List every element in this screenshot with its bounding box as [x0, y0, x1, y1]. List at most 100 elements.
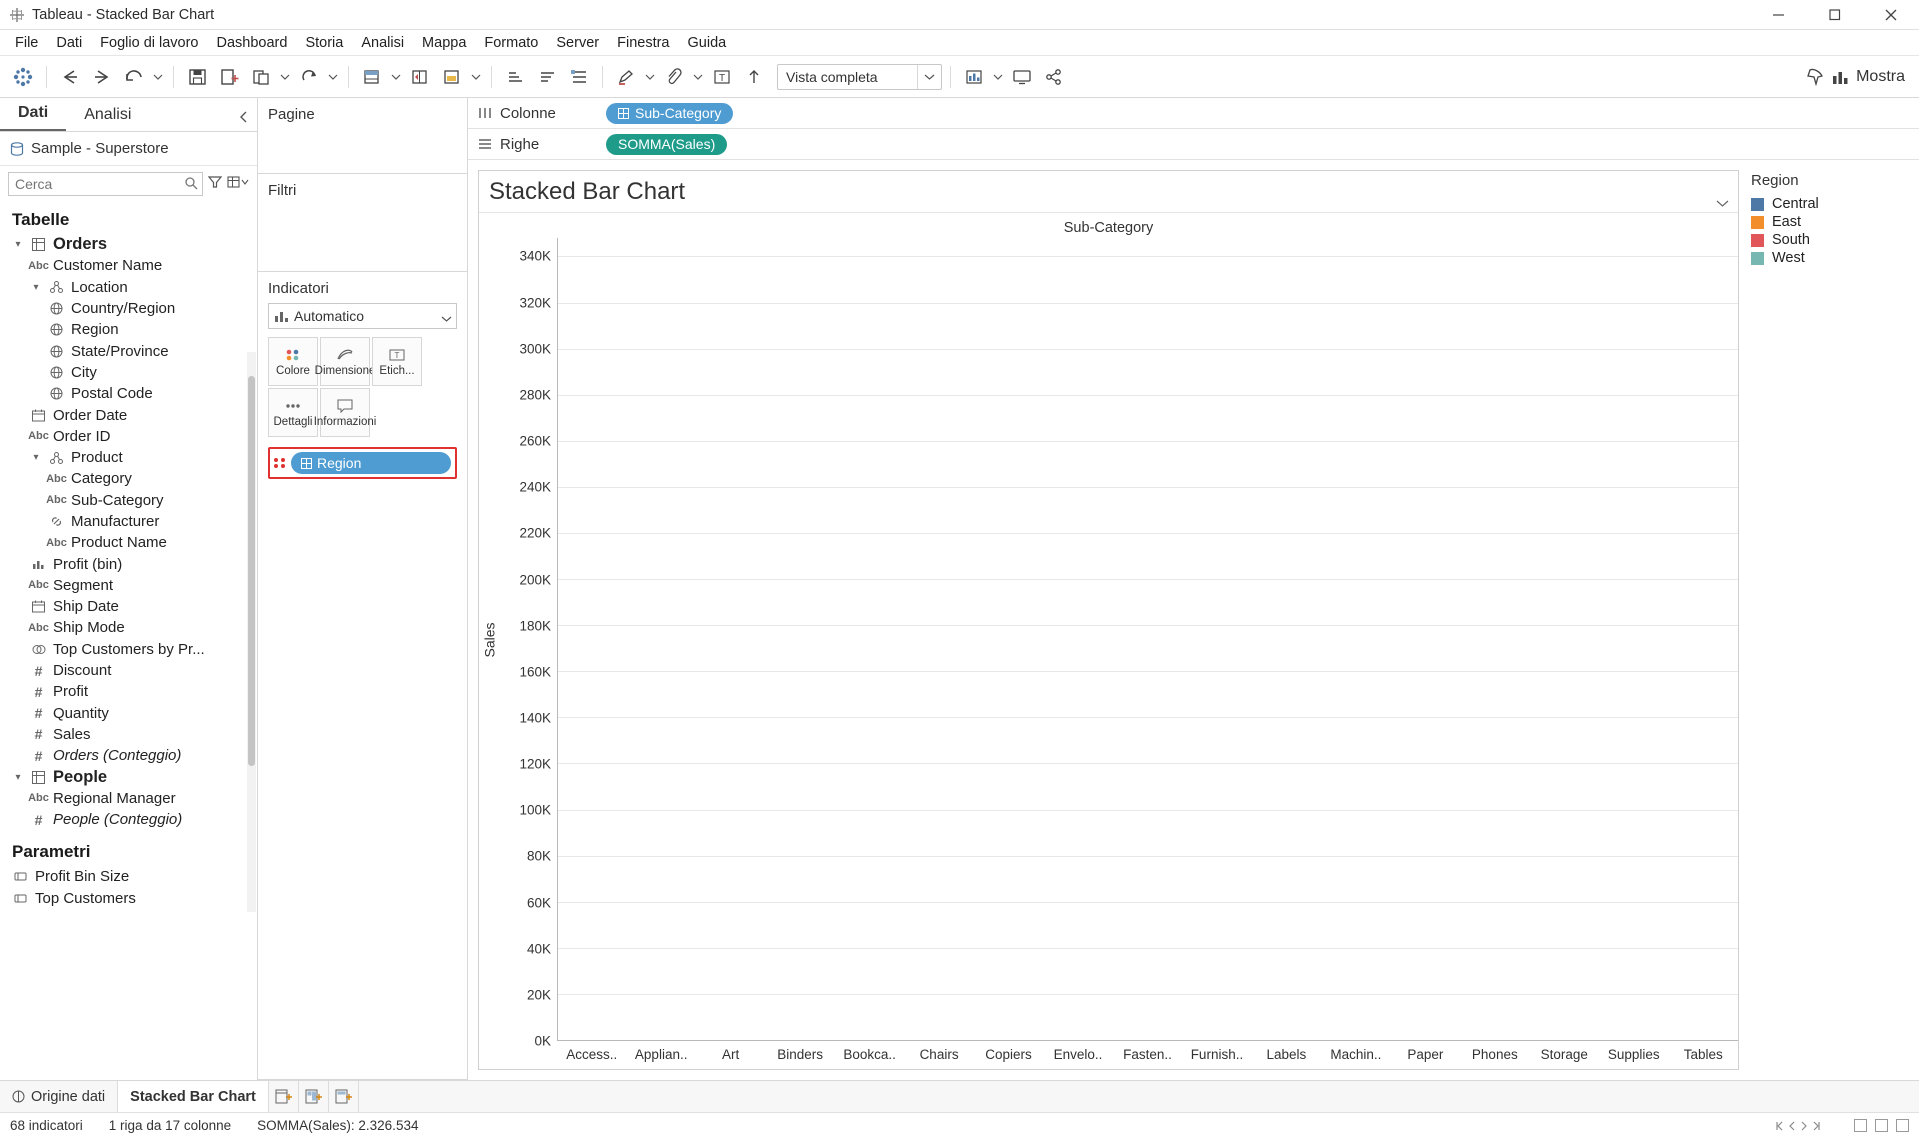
- marks-detail-button[interactable]: Dettagli: [268, 388, 318, 437]
- view-mode-tabs-icon[interactable]: [1896, 1119, 1909, 1132]
- x-tick-label[interactable]: Storage: [1530, 1041, 1599, 1069]
- chevron-down-icon[interactable]: [917, 65, 941, 89]
- presentation-mode-button[interactable]: [1007, 62, 1037, 92]
- x-tick-label[interactable]: Labels: [1252, 1041, 1321, 1069]
- rows-pill-sum-sales[interactable]: SOMMA(Sales): [606, 134, 727, 155]
- view-mode-list-icon[interactable]: [1875, 1119, 1888, 1132]
- tree-item-ship-mode[interactable]: Abc Ship Mode: [0, 617, 257, 638]
- twisty-down-icon[interactable]: ▾: [30, 282, 42, 293]
- new-story-tab-button[interactable]: [329, 1081, 359, 1112]
- menu-item-dashboard[interactable]: Dashboard: [208, 32, 297, 54]
- x-tick-label[interactable]: Bookca..: [835, 1041, 904, 1069]
- x-tick-label[interactable]: Phones: [1460, 1041, 1529, 1069]
- menu-item-dati[interactable]: Dati: [47, 32, 91, 54]
- twisty-down-icon[interactable]: ▾: [30, 452, 42, 463]
- scrollbar-thumb[interactable]: [248, 376, 255, 766]
- x-tick-label[interactable]: Supplies: [1599, 1041, 1668, 1069]
- sort-ascending-button[interactable]: [500, 62, 530, 92]
- view-size-select[interactable]: Vista completa: [777, 64, 942, 90]
- pen-caret-icon[interactable]: [643, 62, 657, 92]
- menu-item-finestra[interactable]: Finestra: [608, 32, 678, 54]
- twisty-down-icon[interactable]: ▾: [12, 239, 24, 250]
- mark-type-select[interactable]: Automatico: [268, 303, 457, 329]
- tree-item-quantity[interactable]: # Quantity: [0, 703, 257, 724]
- menu-item-storia[interactable]: Storia: [296, 32, 352, 54]
- tree-item-profit-bin[interactable]: Profit (bin): [0, 553, 257, 574]
- show-me-panel-toggle[interactable]: Mostra: [1832, 68, 1911, 86]
- highlight-caret-icon[interactable]: [469, 62, 483, 92]
- collapse-pane-icon[interactable]: [239, 111, 257, 131]
- x-tick-label[interactable]: Furnish..: [1182, 1041, 1251, 1069]
- refresh-data-source-button[interactable]: [294, 62, 324, 92]
- tree-item-orders-count[interactable]: # Orders (Conteggio): [0, 745, 257, 766]
- data-source-item[interactable]: Sample - Superstore: [0, 132, 257, 166]
- save-button[interactable]: [182, 62, 212, 92]
- refresh-caret-icon[interactable]: [326, 62, 340, 92]
- columns-pill-sub-category[interactable]: Sub-Category: [606, 103, 733, 124]
- filters-card[interactable]: Filtri: [258, 174, 467, 272]
- parameter-item-top-customers[interactable]: Top Customers: [0, 888, 257, 909]
- columns-drop-zone[interactable]: Sub-Category: [600, 98, 1919, 129]
- tree-item-customer-name[interactable]: Abc Customer Name: [0, 255, 257, 276]
- tree-item-manufacturer[interactable]: Manufacturer: [0, 511, 257, 532]
- x-tick-label[interactable]: Machin..: [1321, 1041, 1390, 1069]
- menu-item-foglio-di-lavoro[interactable]: Foglio di lavoro: [91, 32, 207, 54]
- duplicate-button[interactable]: [246, 62, 276, 92]
- view-options-icon[interactable]: [227, 174, 249, 194]
- rows-drop-zone[interactable]: SOMMA(Sales): [600, 129, 1919, 160]
- marks-color-button[interactable]: Colore: [268, 337, 318, 386]
- x-tick-label[interactable]: Art: [696, 1041, 765, 1069]
- x-tick-label[interactable]: Applian..: [626, 1041, 695, 1069]
- tab-analisi[interactable]: Analisi: [66, 100, 149, 131]
- marks-size-button[interactable]: Dimensione: [320, 337, 370, 386]
- marks-label-button[interactable]: T Etich...: [372, 337, 422, 386]
- maximize-icon[interactable]: [1807, 0, 1863, 30]
- clear-caret-icon[interactable]: [389, 62, 403, 92]
- tree-item-location[interactable]: ▾ Location: [0, 277, 257, 298]
- menu-item-file[interactable]: File: [6, 32, 47, 54]
- x-tick-label[interactable]: Binders: [765, 1041, 834, 1069]
- marks-tooltip-button[interactable]: Informazioni: [320, 388, 370, 437]
- forward-button[interactable]: [87, 62, 117, 92]
- back-button[interactable]: [55, 62, 85, 92]
- search-field[interactable]: [9, 173, 202, 195]
- search-icon[interactable]: [184, 176, 198, 194]
- tab-origine-dati[interactable]: Origine dati: [0, 1081, 118, 1112]
- pin-button[interactable]: [1800, 62, 1830, 92]
- tree-item-segment[interactable]: Abc Segment: [0, 575, 257, 596]
- data-pane-scrollbar[interactable]: [247, 352, 256, 912]
- undo-redo-button[interactable]: [119, 62, 149, 92]
- duplicate-caret-icon[interactable]: [278, 62, 292, 92]
- menu-item-guida[interactable]: Guida: [679, 32, 736, 54]
- tree-item-people-count[interactable]: # People (Conteggio): [0, 809, 257, 830]
- tree-item-category[interactable]: Abc Category: [0, 468, 257, 489]
- x-tick-label[interactable]: Tables: [1669, 1041, 1738, 1069]
- tab-stacked-bar-chart[interactable]: Stacked Bar Chart: [118, 1081, 269, 1112]
- new-dashboard-tab-button[interactable]: [299, 1081, 329, 1112]
- legend-item-central[interactable]: Central: [1751, 195, 1909, 213]
- color-shelf-pill-region[interactable]: Region: [291, 452, 451, 474]
- x-tick-label[interactable]: Paper: [1391, 1041, 1460, 1069]
- menu-item-mappa[interactable]: Mappa: [413, 32, 475, 54]
- tree-item-profit[interactable]: # Profit: [0, 681, 257, 702]
- plot-area[interactable]: [557, 238, 1738, 1041]
- group-members-button[interactable]: [564, 62, 594, 92]
- chevron-down-icon[interactable]: [442, 310, 451, 326]
- highlighter-pen-button[interactable]: [611, 62, 641, 92]
- tree-item-order-date[interactable]: Order Date: [0, 404, 257, 425]
- x-tick-label[interactable]: Chairs: [904, 1041, 973, 1069]
- filter-icon[interactable]: [207, 174, 223, 194]
- tree-item-people[interactable]: ▾ People: [0, 766, 257, 787]
- legend-item-west[interactable]: West: [1751, 249, 1909, 267]
- legend-item-east[interactable]: East: [1751, 213, 1909, 231]
- tree-item-order-id[interactable]: Abc Order ID: [0, 426, 257, 447]
- tree-item-state-province[interactable]: State/Province: [0, 340, 257, 361]
- attach-button[interactable]: [659, 62, 689, 92]
- tree-item-region[interactable]: Region: [0, 319, 257, 340]
- show-me-caret-icon[interactable]: [991, 62, 1005, 92]
- new-worksheet-tab-button[interactable]: [269, 1081, 299, 1112]
- tree-item-discount[interactable]: # Discount: [0, 660, 257, 681]
- x-tick-label[interactable]: Fasten..: [1113, 1041, 1182, 1069]
- close-icon[interactable]: [1863, 0, 1919, 30]
- tree-item-postal-code[interactable]: Postal Code: [0, 383, 257, 404]
